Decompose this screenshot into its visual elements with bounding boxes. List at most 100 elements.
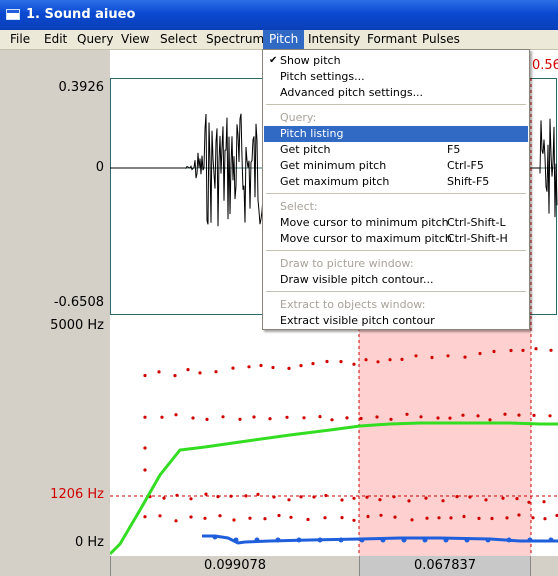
menu-header-draw: Draw to picture window: bbox=[280, 257, 414, 270]
selection-region[interactable] bbox=[359, 316, 531, 556]
menu-item-draw-visible-pitch-contour[interactable]: Draw visible pitch contour... bbox=[264, 272, 528, 288]
formant-dot bbox=[542, 500, 546, 504]
formant-dot bbox=[352, 362, 356, 366]
formant-dot bbox=[476, 414, 480, 418]
formant-dot bbox=[430, 355, 434, 360]
formant-dot bbox=[277, 513, 281, 518]
menu-item-advanced-pitch-settings[interactable]: Advanced pitch settings... bbox=[264, 85, 528, 101]
pitch-marker bbox=[380, 537, 386, 543]
formant-dot bbox=[352, 518, 356, 522]
formant-dot bbox=[189, 497, 193, 501]
menu-separator bbox=[266, 250, 526, 251]
formant-dot bbox=[352, 496, 356, 500]
formant-dot bbox=[376, 360, 380, 364]
menu-item-pitch-listing[interactable]: Pitch listing bbox=[264, 126, 528, 142]
window-title: 1. Sound aiueo bbox=[26, 7, 136, 22]
menu-item-pitch-settings[interactable]: Pitch settings... bbox=[264, 69, 528, 85]
menu-intensity[interactable]: Intensity bbox=[302, 30, 366, 49]
menu-item-move-cursor-min[interactable]: Move cursor to minimum pitch Ctrl-Shift-L bbox=[264, 215, 528, 231]
formant-dot bbox=[388, 358, 392, 362]
pitch-marker bbox=[464, 537, 470, 543]
menu-item-get-maximum-pitch[interactable]: Get maximum pitch Shift-F5 bbox=[264, 174, 528, 190]
formant-dot bbox=[312, 495, 316, 499]
formant-dot bbox=[492, 349, 496, 354]
menu-edit[interactable]: Edit bbox=[38, 30, 73, 49]
formant-dot bbox=[238, 417, 242, 421]
pitch-marker bbox=[443, 537, 449, 543]
formant-dot bbox=[287, 498, 291, 502]
spectrogram-min-label: 0 Hz bbox=[74, 535, 104, 550]
formant-dot bbox=[299, 364, 303, 368]
formant-dot bbox=[285, 415, 289, 419]
menu-pitch[interactable]: Pitch bbox=[263, 30, 305, 49]
pitch-marker bbox=[212, 534, 218, 540]
menu-separator bbox=[266, 193, 526, 194]
formant-dot bbox=[419, 415, 423, 419]
time-segment-right[interactable] bbox=[530, 556, 558, 576]
menu-item-get-minimum-pitch[interactable]: Get minimum pitch Ctrl-F5 bbox=[264, 158, 528, 174]
menu-pulses[interactable]: Pulses bbox=[416, 30, 466, 49]
menu-separator bbox=[266, 104, 526, 105]
time-segment-left[interactable]: 0.099078 bbox=[110, 556, 359, 576]
formant-dot bbox=[441, 499, 445, 503]
menu-item-extract-visible-pitch-contour[interactable]: Extract visible pitch contour bbox=[264, 313, 528, 329]
menu-spectrum[interactable]: Spectrum bbox=[200, 30, 270, 49]
formant-dot bbox=[446, 354, 450, 358]
formant-dot bbox=[517, 413, 521, 417]
formant-dot bbox=[323, 516, 327, 520]
formant-dot bbox=[527, 500, 531, 504]
formant-dot bbox=[548, 414, 552, 418]
formant-dot bbox=[340, 498, 344, 502]
formant-dot bbox=[174, 413, 178, 417]
menu-item-show-pitch[interactable]: ✔ Show pitch bbox=[264, 53, 528, 69]
formant-dot bbox=[252, 415, 256, 419]
menu-view[interactable]: View bbox=[115, 30, 155, 49]
time-segment-selection[interactable]: 0.067837 bbox=[359, 556, 530, 576]
formant-dot bbox=[532, 413, 536, 417]
wave-max-label: 0.3926 bbox=[58, 80, 105, 95]
formant-dot bbox=[232, 518, 236, 522]
formant-dot bbox=[198, 371, 202, 375]
menu-query[interactable]: Query bbox=[71, 30, 119, 49]
menu-file[interactable]: File bbox=[4, 30, 36, 49]
formant-dot bbox=[272, 495, 276, 499]
cursor-value-label: 0.56 bbox=[532, 58, 558, 73]
menu-header-select: Select: bbox=[280, 200, 318, 213]
formant-dot bbox=[244, 494, 248, 498]
formant-dot bbox=[204, 492, 208, 496]
formant-dot bbox=[259, 363, 263, 368]
formant-dot bbox=[478, 351, 482, 356]
formant-dot bbox=[490, 516, 494, 521]
menu-item-get-pitch[interactable]: Get pitch F5 bbox=[264, 142, 528, 158]
formant-dot bbox=[302, 416, 306, 420]
formant-dot bbox=[158, 514, 162, 518]
pitch-marker bbox=[506, 537, 512, 543]
pitch-menu: ✔ Show pitch Pitch settings... Advanced … bbox=[262, 49, 530, 330]
formant-dot bbox=[330, 418, 334, 422]
formant-dot bbox=[229, 494, 233, 498]
wave-min-label: -0.6508 bbox=[53, 295, 104, 310]
formant-dot bbox=[449, 516, 453, 520]
formant-dot bbox=[216, 495, 220, 499]
formant-dot bbox=[287, 366, 291, 370]
formant-dot bbox=[214, 370, 218, 374]
pitch-marker bbox=[548, 537, 554, 543]
menu-select[interactable]: Select bbox=[154, 30, 203, 49]
formant-dot bbox=[389, 417, 393, 421]
formant-dot bbox=[271, 365, 275, 370]
formant-dot bbox=[186, 368, 190, 372]
formant-dot bbox=[143, 468, 147, 472]
formant-dot bbox=[484, 498, 488, 502]
window-icon bbox=[6, 9, 20, 20]
menu-header-query: Query: bbox=[280, 111, 317, 124]
formant-dot bbox=[531, 516, 535, 520]
menu-item-move-cursor-max[interactable]: Move cursor to maximum pitch Ctrl-Shift-H bbox=[264, 231, 528, 247]
formant-dot bbox=[501, 496, 505, 500]
pitch-marker bbox=[401, 537, 407, 543]
formant-dot bbox=[143, 515, 147, 519]
formant-dot bbox=[263, 517, 267, 521]
formant-dot bbox=[410, 518, 414, 522]
pitch-marker bbox=[422, 537, 428, 543]
menu-formant[interactable]: Formant bbox=[361, 30, 423, 49]
formant-dot bbox=[448, 416, 452, 420]
